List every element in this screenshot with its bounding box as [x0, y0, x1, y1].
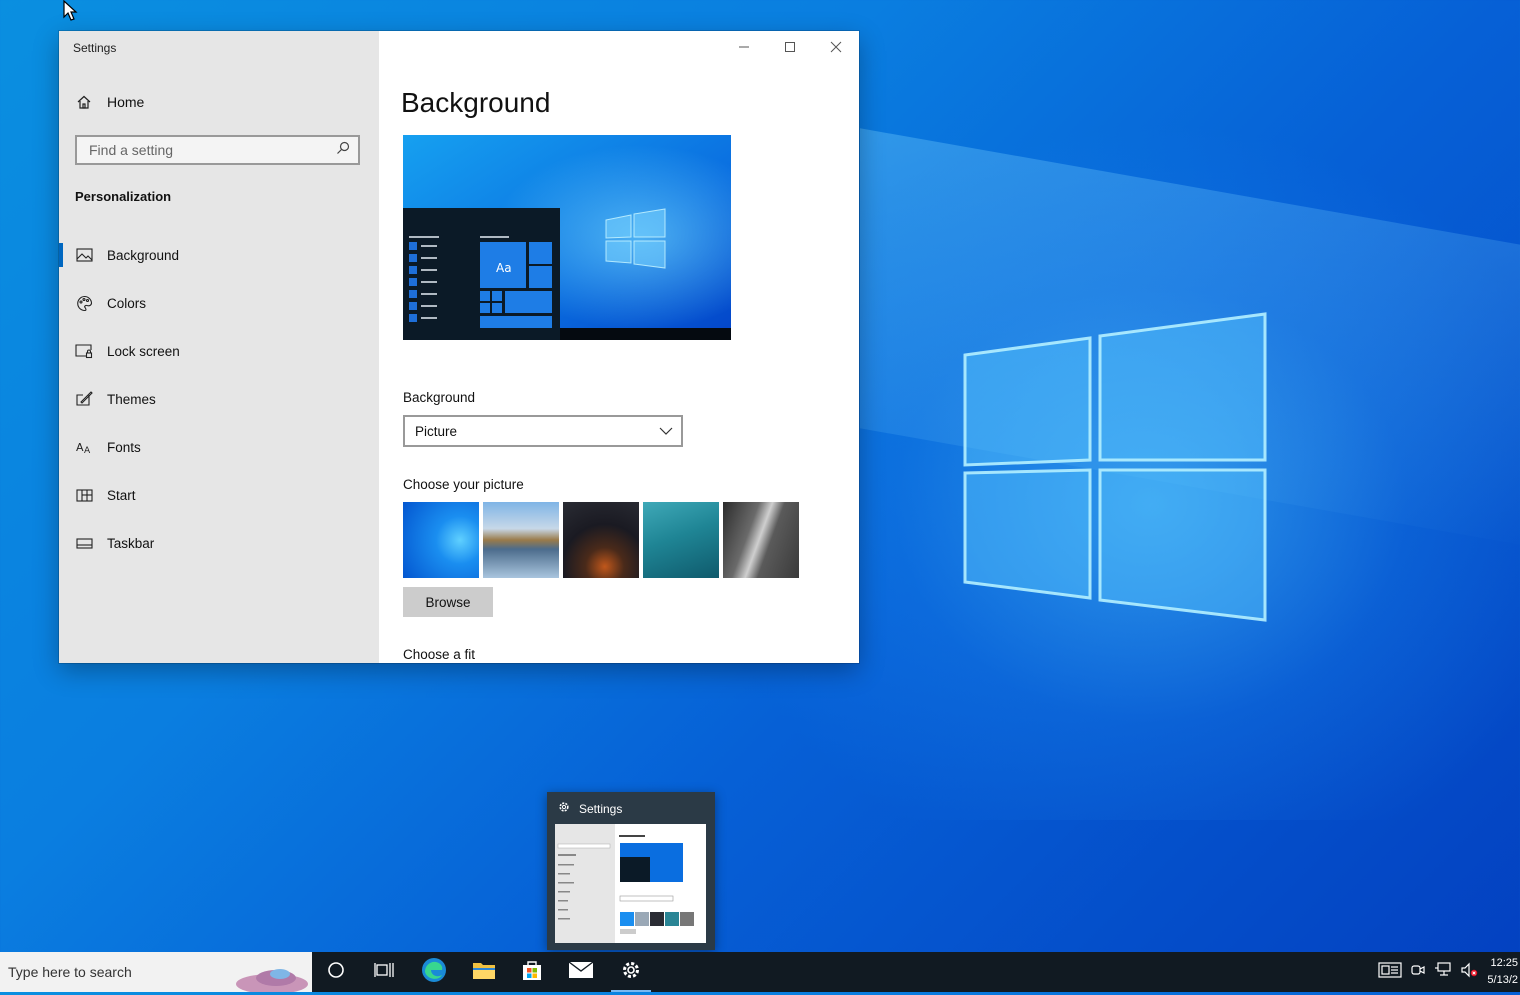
gear-icon — [557, 800, 571, 817]
picture-choices — [403, 502, 799, 578]
system-tray: 12:25 5/13/2 — [1378, 952, 1520, 992]
sidebar-item-colors[interactable]: Colors — [59, 279, 379, 327]
taskbar-search-placeholder: Type here to search — [8, 964, 132, 980]
preview-thumbnail — [555, 824, 706, 943]
sidebar-nav: Background Colors Lock screen Themes A A… — [59, 231, 379, 567]
sidebar-item-label: Fonts — [107, 439, 141, 455]
browse-button[interactable]: Browse — [403, 587, 493, 617]
sidebar-item-label: Themes — [107, 391, 156, 407]
background-dropdown[interactable]: Picture — [403, 415, 683, 447]
maximize-button[interactable] — [767, 31, 813, 63]
meet-now-icon[interactable] — [1410, 962, 1426, 983]
choose-fit-label: Choose a fit — [403, 647, 476, 662]
lock-screen-icon — [75, 342, 93, 360]
window-title: Settings — [73, 41, 117, 55]
sidebar-item-fonts[interactable]: AA Fonts — [59, 423, 379, 471]
find-setting-input[interactable] — [87, 141, 331, 159]
sidebar-item-label: Start — [107, 487, 136, 503]
store-taskbar-button[interactable] — [508, 952, 556, 992]
home-nav-item[interactable]: Home — [75, 93, 144, 111]
picture-thumbnail-underwater[interactable] — [643, 502, 719, 578]
edge-icon — [421, 957, 447, 988]
home-icon — [75, 93, 93, 111]
volume-muted-icon[interactable] — [1460, 962, 1478, 983]
minimize-button[interactable] — [721, 31, 767, 63]
sidebar-item-start[interactable]: Start — [59, 471, 379, 519]
taskbar-window-preview[interactable]: Settings — [547, 792, 715, 950]
svg-text:A: A — [76, 441, 84, 454]
sidebar-item-label: Lock screen — [107, 343, 180, 359]
picture-thumbnail-windows[interactable] — [403, 502, 479, 578]
cortana-circle-icon — [327, 961, 345, 984]
task-view-icon — [374, 962, 394, 983]
picture-icon — [75, 246, 93, 264]
edge-taskbar-button[interactable] — [410, 952, 458, 992]
background-dropdown-value: Picture — [415, 423, 458, 439]
home-label: Home — [107, 94, 145, 110]
taskbar-clock[interactable]: 12:25 5/13/2 — [1486, 955, 1518, 989]
maximize-icon — [785, 42, 795, 52]
task-view-button[interactable] — [360, 952, 408, 992]
find-setting-search[interactable] — [75, 135, 360, 165]
background-label: Background — [403, 390, 476, 405]
settings-taskbar-button[interactable] — [607, 952, 655, 992]
picture-thumbnail-beach[interactable] — [483, 502, 559, 578]
picture-thumbnail-night-sky[interactable] — [563, 502, 639, 578]
start-icon — [75, 486, 93, 504]
clock-date: 5/13/2 — [1487, 974, 1518, 986]
content-pane: Background Aa Background Picture Choose … — [379, 31, 859, 663]
sidebar-item-lock-screen[interactable]: Lock screen — [59, 327, 379, 375]
desktop-preview: Aa — [403, 135, 731, 340]
picture-thumbnail-rock[interactable] — [723, 502, 799, 578]
brush-icon — [75, 390, 93, 408]
taskbar-search[interactable]: Type here to search — [0, 952, 312, 995]
settings-window: Settings Home Personalization — [59, 31, 859, 663]
news-widget-icon[interactable] — [1378, 961, 1402, 983]
sidebar-item-taskbar[interactable]: Taskbar — [59, 519, 379, 567]
chevron-down-icon — [659, 424, 673, 439]
close-icon — [830, 41, 842, 53]
sidebar-item-themes[interactable]: Themes — [59, 375, 379, 423]
sidebar-item-background[interactable]: Background — [59, 231, 379, 279]
section-heading: Personalization — [75, 189, 172, 204]
folder-icon — [472, 960, 496, 985]
windows-logo-wallpaper — [960, 310, 1270, 625]
minimize-icon — [739, 46, 749, 48]
network-icon[interactable] — [1434, 961, 1452, 983]
preview-title: Settings — [579, 801, 623, 816]
sidebar-item-label: Taskbar — [107, 535, 155, 551]
svg-text:A: A — [84, 446, 91, 454]
window-caption-buttons — [721, 31, 859, 63]
page-title: Background — [401, 87, 551, 118]
file-explorer-taskbar-button[interactable] — [460, 952, 508, 992]
font-icon: AA — [75, 438, 93, 456]
taskbar-icon — [75, 534, 93, 552]
choose-picture-label: Choose your picture — [403, 477, 524, 492]
gear-icon — [620, 959, 642, 986]
sidebar: Settings Home Personalization — [59, 31, 379, 663]
search-icon — [336, 141, 350, 160]
mouse-cursor-icon — [63, 0, 79, 22]
close-button[interactable] — [813, 31, 859, 63]
mail-icon — [568, 960, 594, 984]
taskbar: Type here to search 12:25 5/13/2 — [0, 952, 1520, 995]
clock-time: 12:25 — [1490, 957, 1518, 969]
store-bag-icon — [521, 959, 543, 986]
mail-taskbar-button[interactable] — [557, 952, 605, 992]
preview-tile-text: Aa — [496, 261, 512, 275]
search-highlight-illustration-icon — [232, 958, 310, 995]
sidebar-item-label: Colors — [107, 295, 147, 311]
preview-header: Settings — [547, 792, 715, 825]
sidebar-item-label: Background — [107, 247, 180, 263]
cortana-button[interactable] — [312, 952, 360, 992]
palette-icon — [75, 294, 93, 312]
